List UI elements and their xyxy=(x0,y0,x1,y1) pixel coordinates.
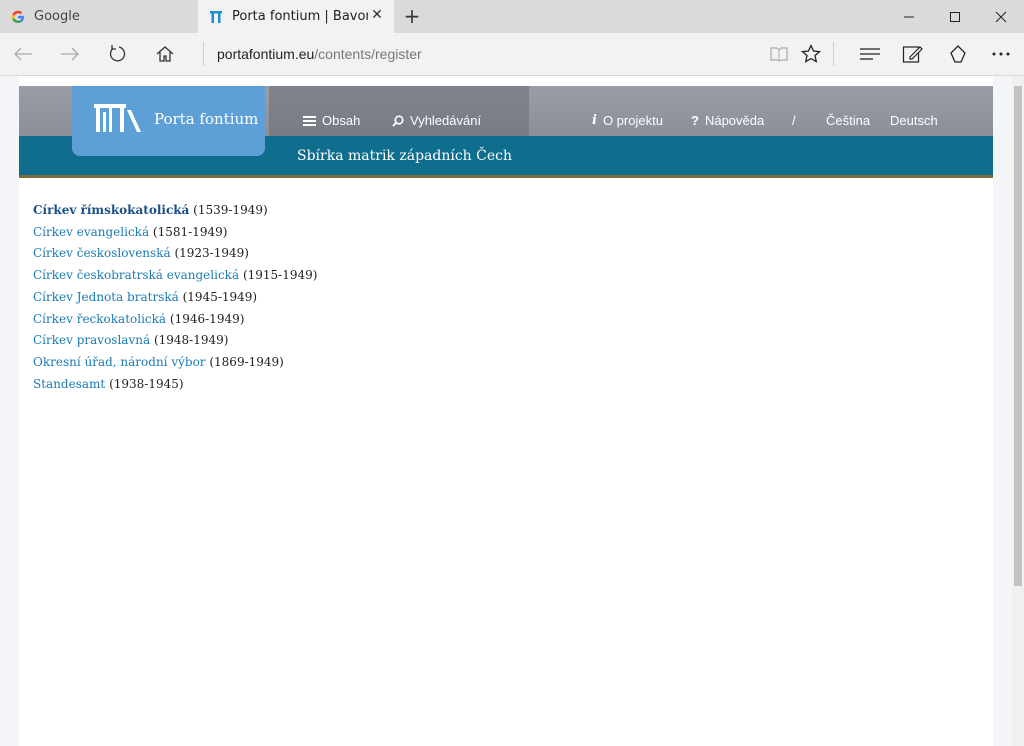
nav-label: Vyhledávání xyxy=(410,113,482,128)
register-item: Církev pravoslavná (1948-1949) xyxy=(33,330,317,352)
hamburger-icon xyxy=(303,115,316,126)
home-icon xyxy=(156,46,174,62)
header-decoration xyxy=(269,86,529,136)
register-years: (1581-1949) xyxy=(152,224,228,239)
porta-fontium-logo-icon xyxy=(94,104,144,136)
nav-napoveda[interactable]: ? Nápověda xyxy=(691,113,764,128)
close-tab-icon[interactable]: ✕ xyxy=(370,8,384,22)
more-dots-icon xyxy=(992,52,1010,56)
maximize-icon xyxy=(950,11,960,22)
share-button[interactable] xyxy=(935,33,981,75)
register-years: (1938-1945) xyxy=(109,376,184,391)
register-item: Církev Jednota bratrská (1945-1949) xyxy=(33,287,317,309)
tab-porta-fontium[interactable]: Porta fontium | Bavorsk ✕ xyxy=(198,0,394,33)
close-icon xyxy=(995,11,1007,22)
close-window-button[interactable] xyxy=(978,0,1024,33)
home-button[interactable] xyxy=(142,33,188,75)
maximize-button[interactable] xyxy=(932,0,978,33)
address-bar: portafontium.eu/contents/register xyxy=(0,33,1024,76)
porta-fontium-favicon xyxy=(208,9,224,25)
pen-note-icon xyxy=(902,46,923,63)
register-item: Církev řeckokatolická (1946-1949) xyxy=(33,309,317,331)
page-viewport: Obsah Vyhledávání i O projektu ? Nápověd… xyxy=(0,76,1024,746)
register-link[interactable]: Standesamt xyxy=(33,377,105,391)
register-link[interactable]: Církev řeckokatolická xyxy=(33,312,166,326)
info-icon: i xyxy=(592,113,597,128)
back-button[interactable] xyxy=(0,33,46,75)
help-icon: ? xyxy=(691,113,699,128)
register-item: Církev československá (1923-1949) xyxy=(33,243,317,265)
web-note-button[interactable] xyxy=(890,33,936,75)
tab-google[interactable]: Google xyxy=(0,0,198,33)
google-g-icon xyxy=(10,9,26,25)
site-logo[interactable]: Porta fontium xyxy=(72,86,265,156)
register-years: (1539-1949) xyxy=(193,203,268,217)
language-separator: / xyxy=(792,113,796,128)
register-item: Církev římskokatolická (1539-1949) xyxy=(33,200,317,222)
hub-button[interactable] xyxy=(847,33,893,75)
refresh-button[interactable] xyxy=(94,33,140,75)
separator xyxy=(833,42,834,66)
nav-label: Obsah xyxy=(322,113,361,128)
star-icon xyxy=(801,44,821,63)
register-link[interactable]: Církev českobratrská evangelická xyxy=(33,268,239,282)
minimize-button[interactable] xyxy=(886,0,932,33)
tab-label: Google xyxy=(34,9,80,24)
register-link[interactable]: Církev československá xyxy=(33,246,171,260)
tab-bar: Google Porta fontium | Bavorsk ✕ + xyxy=(0,0,1024,33)
register-years: (1869-1949) xyxy=(209,354,284,369)
new-tab-button[interactable]: + xyxy=(402,6,422,26)
back-arrow-icon xyxy=(14,47,32,61)
register-item: Církev evangelická (1581-1949) xyxy=(33,222,317,244)
register-years: (1923-1949) xyxy=(174,246,249,261)
register-years: (1945-1949) xyxy=(182,289,258,304)
register-years: (1948-1949) xyxy=(153,333,229,348)
search-icon xyxy=(392,114,404,127)
register-link[interactable]: Okresní úřad, národní výbor xyxy=(33,355,206,369)
register-link[interactable]: Církev evangelická xyxy=(33,225,149,239)
url-field[interactable]: portafontium.eu/contents/register xyxy=(217,46,422,62)
register-years: (1915-1949) xyxy=(242,268,318,283)
url-path: /contents/register xyxy=(314,46,422,62)
page-content: Obsah Vyhledávání i O projektu ? Nápověd… xyxy=(19,76,993,746)
register-list: Církev římskokatolická (1539-1949) Církev… xyxy=(33,200,317,395)
forward-button[interactable] xyxy=(47,33,93,75)
collection-title[interactable]: Sbírka matrik západních Čech xyxy=(297,148,512,164)
language-cestina[interactable]: Čeština xyxy=(826,113,870,128)
tab-label: Porta fontium | Bavorsk xyxy=(232,9,368,24)
nav-vyhledavani[interactable]: Vyhledávání xyxy=(392,113,481,128)
reading-view-icon xyxy=(770,47,788,62)
nav-obsah[interactable]: Obsah xyxy=(303,113,360,128)
register-item: Církev českobratrská evangelická (1915-1… xyxy=(33,265,317,287)
more-button[interactable] xyxy=(978,33,1024,75)
register-link[interactable]: Církev Jednota bratrská xyxy=(33,290,179,304)
register-years: (1946-1949) xyxy=(169,311,245,326)
register-link[interactable]: Církev římskokatolická xyxy=(33,203,189,217)
register-item: Okresní úřad, národní výbor (1869-1949) xyxy=(33,352,317,374)
url-host: portafontium.eu xyxy=(217,46,315,62)
minimize-icon xyxy=(904,16,914,17)
nav-label: Nápověda xyxy=(704,113,765,128)
nav-o-projektu[interactable]: i O projektu xyxy=(592,113,663,128)
register-item: Standesamt (1938-1945) xyxy=(33,374,317,396)
language-deutsch[interactable]: Deutsch xyxy=(890,113,938,128)
forward-arrow-icon xyxy=(61,47,79,61)
logo-text: Porta fontium xyxy=(154,110,259,128)
refresh-icon xyxy=(109,45,126,62)
separator xyxy=(203,42,204,66)
register-link[interactable]: Církev pravoslavná xyxy=(33,333,150,347)
favorite-button[interactable] xyxy=(788,33,834,75)
hub-lines-icon xyxy=(860,48,880,60)
scrollbar[interactable] xyxy=(1012,76,1024,746)
scrollbar-thumb[interactable] xyxy=(1014,86,1022,586)
share-icon xyxy=(950,45,966,63)
nav-label: O projektu xyxy=(602,113,663,128)
